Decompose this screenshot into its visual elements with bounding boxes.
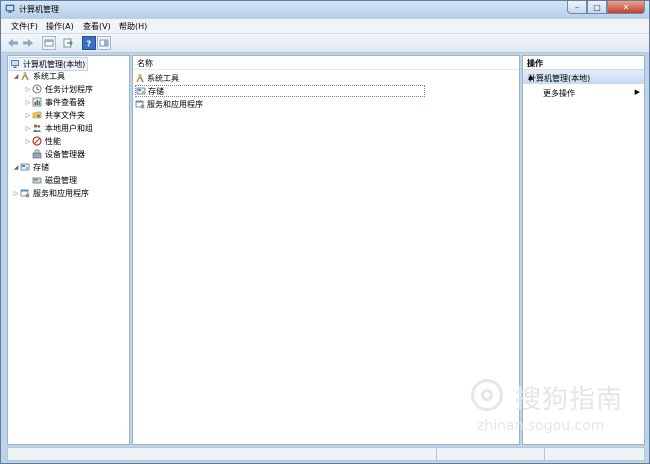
submenu-arrow-icon[interactable]: ▶ [635, 88, 640, 96]
tree-item-label: 服务和应用程序 [33, 188, 89, 198]
tree-item-label: 事件查看器 [45, 97, 85, 107]
computer-management-window: 计算机管理 – □ ✕ 文件(F) 操作(A) 查看(V) 帮助(H) ? 计算… [0, 0, 650, 464]
expand-arrow-icon[interactable]: ▷ [12, 190, 20, 197]
tree-item-local-users[interactable]: ▷ 本地用户和组 [24, 122, 93, 134]
computer-management-icon [5, 4, 15, 14]
shared-folder-icon [32, 110, 42, 120]
tree-item-services-apps[interactable]: ▷ 服务和应用程序 [12, 187, 89, 199]
minimize-button[interactable]: – [567, 1, 587, 14]
svg-text:?: ? [87, 40, 92, 49]
actions-header: 操作 [523, 56, 644, 70]
tree-item-event-viewer[interactable]: ▷ 事件查看器 [24, 96, 85, 108]
status-bar [7, 447, 645, 461]
users-icon [32, 123, 42, 133]
tree-item-label: 设备管理器 [45, 149, 85, 159]
disk-icon [32, 175, 42, 185]
event-viewer-icon [32, 97, 42, 107]
export-list-icon[interactable] [61, 36, 75, 50]
tree-item-label: 本地用户和组 [45, 123, 93, 133]
list-item-label: 服务和应用程序 [147, 99, 203, 109]
status-divider [544, 448, 545, 460]
storage-icon [20, 162, 30, 172]
expand-arrow-icon[interactable]: ◢ [12, 164, 20, 171]
close-button[interactable]: ✕ [607, 1, 645, 14]
menu-file[interactable]: 文件(F) [11, 21, 38, 32]
status-divider [436, 448, 437, 460]
tree-item-task-scheduler[interactable]: ▷ 任务计划程序 [24, 83, 93, 95]
tree-item-label: 任务计划程序 [45, 84, 93, 94]
up-level-icon[interactable] [42, 36, 56, 50]
tree-item-system-tools[interactable]: ◢ 系统工具 [12, 70, 65, 82]
expand-arrow-icon[interactable]: ▷ [24, 99, 32, 106]
menu-action[interactable]: 操作(A) [46, 21, 74, 32]
menu-view[interactable]: 查看(V) [83, 21, 111, 32]
more-actions-item[interactable]: 更多操作 [543, 88, 575, 99]
menu-bar: 文件(F) 操作(A) 查看(V) 帮助(H) [1, 19, 649, 34]
computer-management-icon [10, 59, 20, 69]
storage-icon [136, 86, 146, 96]
forward-arrow-icon[interactable] [21, 36, 35, 50]
show-hide-pane-icon[interactable] [97, 36, 111, 50]
content-list-pane: 名称 系统工具 存储 服务和应用程序 [132, 55, 520, 445]
back-arrow-icon[interactable] [6, 36, 20, 50]
services-icon [135, 99, 145, 109]
toolbar: ? [1, 34, 649, 53]
clock-icon [32, 84, 42, 94]
tree-item-label: 性能 [45, 136, 61, 146]
title-bar[interactable]: 计算机管理 – □ ✕ [1, 1, 649, 18]
expand-arrow-icon[interactable]: ▷ [24, 125, 32, 132]
list-item-system-tools[interactable]: 系统工具 [135, 72, 179, 84]
tools-icon [135, 73, 145, 83]
device-manager-icon [32, 149, 42, 159]
tree-item-shared-folders[interactable]: ▷ 共享文件夹 [24, 109, 85, 121]
services-icon [20, 188, 30, 198]
list-item-services-apps[interactable]: 服务和应用程序 [135, 98, 203, 110]
collapse-arrow-icon[interactable]: ▲ [528, 73, 640, 81]
actions-pane: 操作 计算机管理(本地) ▲ 更多操作 ▶ [522, 55, 645, 445]
navigation-tree-pane: 计算机管理(本地) ◢ 系统工具 ▷ 任务计划程序 ▷ 事件查看器 ▷ 共享文件… [7, 55, 130, 445]
column-header-label: 名称 [137, 59, 153, 68]
tree-item-device-manager[interactable]: 设备管理器 [24, 148, 85, 160]
expand-arrow-icon[interactable]: ◢ [12, 73, 20, 80]
menu-help[interactable]: 帮助(H) [119, 21, 147, 32]
expand-arrow-icon[interactable]: ▷ [24, 112, 32, 119]
help-icon[interactable]: ? [82, 36, 96, 50]
tree-item-performance[interactable]: ▷ 性能 [24, 135, 61, 147]
list-item-label: 存储 [148, 86, 164, 96]
tree-item-disk-management[interactable]: 磁盘管理 [24, 174, 77, 186]
tree-item-label: 共享文件夹 [45, 110, 85, 120]
tree-root[interactable]: 计算机管理(本地) [9, 57, 89, 71]
performance-icon [32, 136, 42, 146]
tree-item-label: 存储 [33, 162, 49, 172]
expand-arrow-icon[interactable]: ▷ [24, 86, 32, 93]
actions-header-label: 操作 [527, 59, 543, 68]
list-item-storage[interactable]: 存储 [135, 85, 425, 97]
tree-item-storage[interactable]: ◢ 存储 [12, 161, 49, 173]
tree-item-label: 磁盘管理 [45, 175, 77, 185]
list-item-label: 系统工具 [147, 73, 179, 83]
window-title: 计算机管理 [19, 5, 59, 14]
actions-group-computer-management[interactable]: 计算机管理(本地) ▲ [523, 70, 644, 84]
maximize-button[interactable]: □ [587, 1, 607, 14]
column-header-name[interactable]: 名称 [133, 56, 519, 70]
expand-arrow-icon[interactable]: ▷ [24, 138, 32, 145]
tree-root-label: 计算机管理(本地) [23, 59, 86, 69]
tree-item-label: 系统工具 [33, 71, 65, 81]
tools-icon [20, 71, 30, 81]
